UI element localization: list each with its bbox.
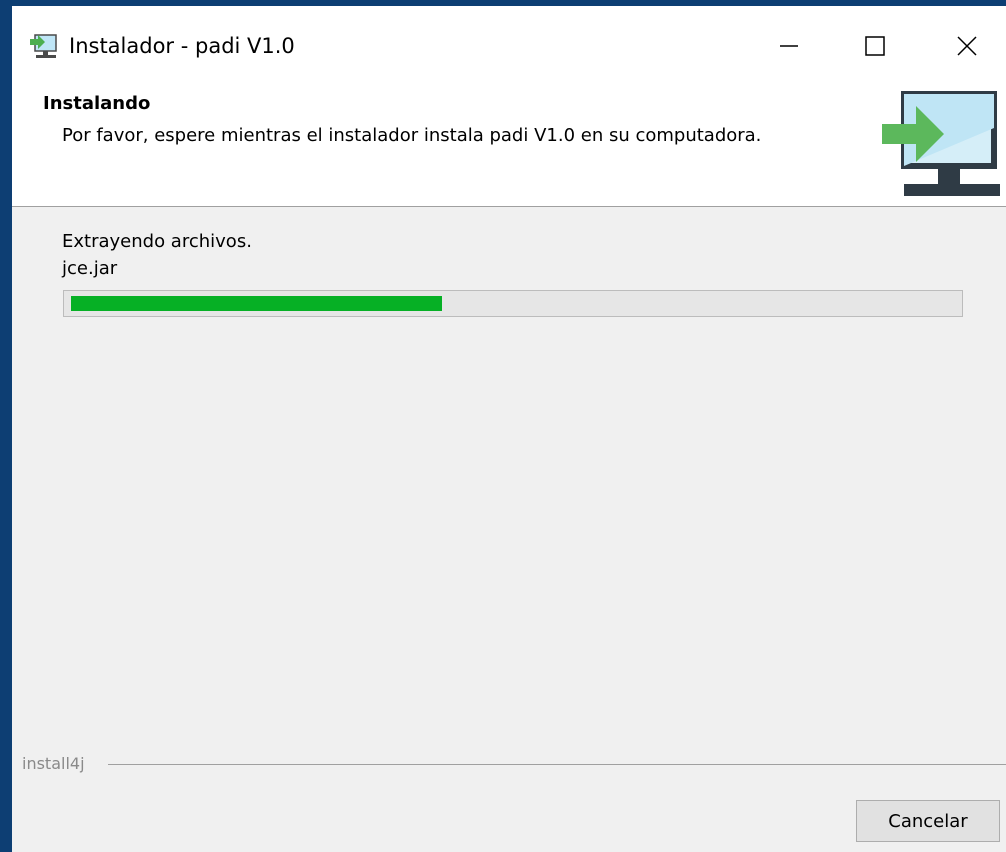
footer-divider bbox=[108, 764, 1006, 765]
progress-bar-fill bbox=[71, 296, 442, 311]
progress-bar bbox=[63, 290, 963, 317]
install4j-brand: install4j bbox=[22, 754, 85, 773]
minimize-icon bbox=[780, 45, 798, 47]
window-title: Instalador - padi V1.0 bbox=[69, 34, 295, 58]
page-description: Por favor, espere mientras el instalador… bbox=[62, 125, 762, 146]
header-panel: Instalando Por favor, espere mientras el… bbox=[12, 78, 1006, 207]
current-file-text: jce.jar bbox=[62, 258, 118, 279]
title-bar[interactable]: Instalador - padi V1.0 bbox=[12, 6, 1006, 78]
close-icon bbox=[957, 36, 977, 56]
page-title: Instalando bbox=[43, 93, 151, 114]
maximize-icon bbox=[865, 36, 885, 56]
installer-app-icon bbox=[30, 34, 57, 58]
cancel-button[interactable]: Cancelar bbox=[856, 800, 1000, 842]
install-computer-icon bbox=[882, 91, 1000, 196]
installer-window: Instalador - padi V1.0 Instalando Por fa… bbox=[0, 0, 1006, 852]
minimize-button[interactable] bbox=[766, 24, 812, 68]
content-panel: Extrayendo archivos. jce.jar install4j C… bbox=[12, 207, 1006, 852]
maximize-button[interactable] bbox=[852, 24, 898, 68]
status-text: Extrayendo archivos. bbox=[62, 231, 252, 252]
close-button[interactable] bbox=[944, 24, 990, 68]
